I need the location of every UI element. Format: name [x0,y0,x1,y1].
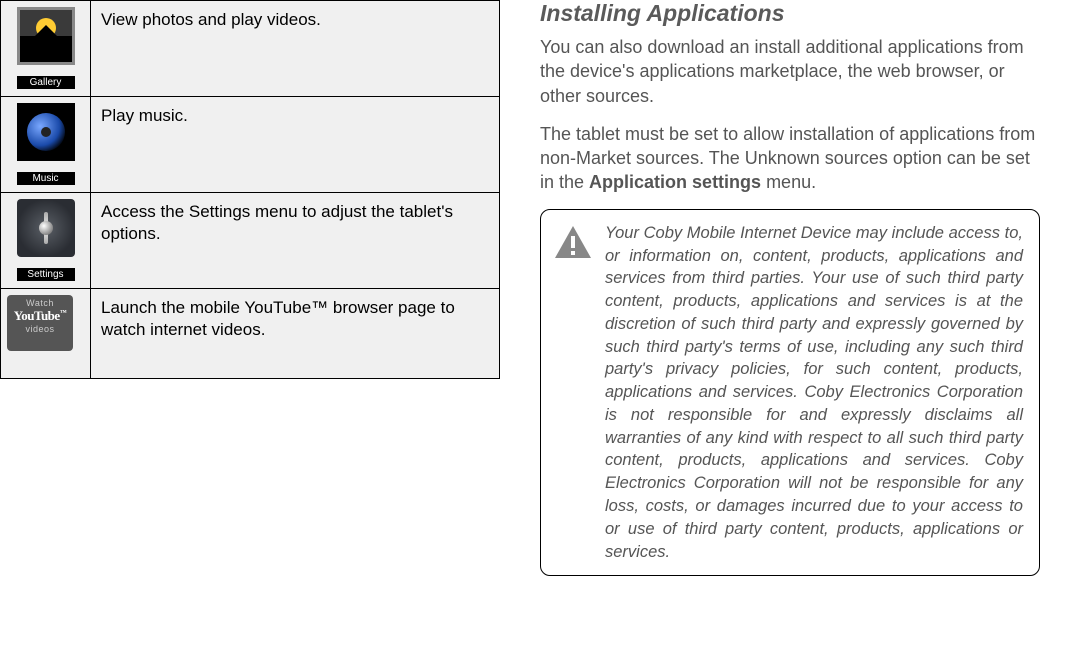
left-column: Gallery View photos and play videos. Mus… [0,0,520,669]
gallery-icon [17,7,75,65]
note-text: Your Coby Mobile Internet Device may inc… [605,222,1023,563]
para-1: You can also download an install additio… [540,35,1040,108]
music-icon-cell: Music [1,97,91,193]
music-icon [17,103,75,161]
section-heading: Installing Applications [540,0,1040,27]
right-column: Installing Applications You can also dow… [520,0,1060,669]
note-box: Your Coby Mobile Internet Device may inc… [540,209,1040,576]
settings-label: Settings [17,268,75,281]
para-2b: Application settings [589,172,761,192]
gallery-mountain [32,25,60,39]
para-2c: menu. [761,172,816,192]
music-desc: Play music. [91,97,500,193]
youtube-desc: Launch the mobile YouTube™ browser page … [91,289,500,379]
music-label: Music [17,172,75,185]
youtube-icon-cell: Watch YouTube™ videos [1,289,91,379]
para-2: The tablet must be set to allow installa… [540,122,1040,195]
youtube-logo-text: YouTube [14,308,60,323]
gallery-icon-cell: Gallery [1,1,91,97]
youtube-line-watch: Watch [7,298,73,308]
youtube-line-videos: videos [7,324,73,334]
warning-triangle-icon [553,224,593,260]
gallery-desc: View photos and play videos. [91,1,500,97]
settings-icon [17,199,75,257]
youtube-tm: ™ [60,309,67,317]
youtube-line-logo: YouTube™ [7,308,73,324]
settings-icon-cell: Settings [1,193,91,289]
apps-table: Gallery View photos and play videos. Mus… [0,0,500,379]
warning-icon [553,224,597,260]
gallery-label: Gallery [17,76,75,89]
settings-desc: Access the Settings menu to adjust the t… [91,193,500,289]
youtube-icon: Watch YouTube™ videos [7,295,73,351]
